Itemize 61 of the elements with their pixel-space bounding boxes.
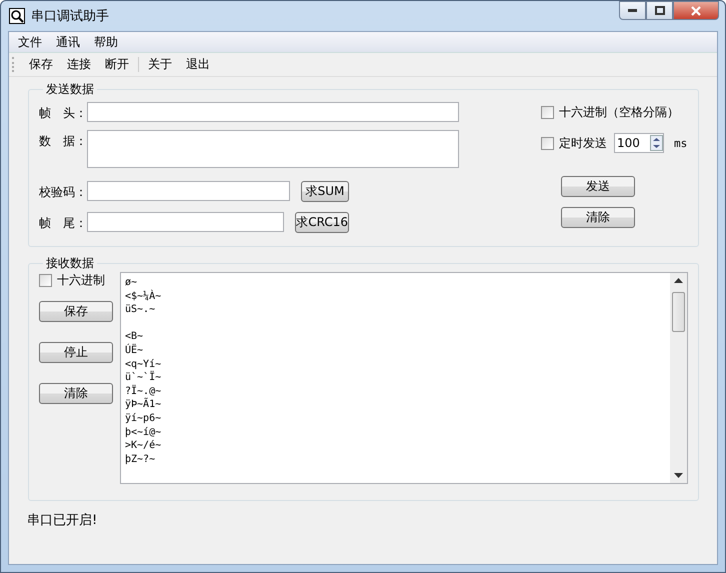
calc-button[interactable]: 求CRC16: [295, 212, 349, 233]
checkbox[interactable]: [39, 274, 52, 286]
field-label: 校验码：: [39, 184, 87, 201]
spin-arrows-icon: [650, 135, 663, 151]
scroll-thumb[interactable]: [672, 292, 685, 332]
magnifier-icon: [9, 8, 25, 24]
status-text: 串口已开启!: [27, 512, 98, 529]
action-button[interactable]: 清除: [39, 383, 113, 404]
checkbox[interactable]: [541, 136, 554, 150]
received-line: þ<~í@~: [125, 426, 162, 440]
toolbar-button[interactable]: 退出: [179, 54, 217, 74]
field-label: 帧 头：: [39, 105, 87, 122]
received-line: ÿí~p6~: [125, 412, 162, 426]
action-button[interactable]: 保存: [39, 301, 113, 322]
maximize-icon: [654, 6, 664, 15]
received-line: <B~: [125, 330, 144, 344]
checkbox-label: 定时发送: [559, 134, 607, 152]
received-line: üS~.~: [125, 303, 156, 317]
checkbox-label: 十六进制（空格分隔）: [559, 104, 679, 120]
scroll-up-icon: [674, 278, 683, 283]
menu-item[interactable]: 帮助: [87, 34, 125, 50]
action-button[interactable]: 清除: [561, 207, 635, 228]
toolbar-button[interactable]: 保存: [22, 54, 60, 74]
received-line: ?Ï~.@~: [125, 384, 162, 398]
minimize-button[interactable]: [619, 1, 646, 20]
field-label: 数 据：: [39, 133, 87, 150]
toolbar-button[interactable]: 关于: [141, 54, 179, 74]
received-line: þZ~?~: [125, 452, 156, 466]
window-title: 串口调试助手: [31, 8, 109, 25]
input-field[interactable]: [87, 181, 290, 201]
field-label: 帧 尾：: [39, 215, 87, 232]
received-line: ü`~`Ï~: [125, 371, 162, 384]
action-button[interactable]: 发送: [561, 176, 635, 197]
group-title: 发送数据: [45, 81, 95, 98]
scroll-down-icon: [674, 473, 683, 478]
calc-button[interactable]: 求SUM: [300, 181, 349, 202]
checkbox[interactable]: [541, 106, 554, 118]
received-line: <q~Yí~: [125, 358, 162, 370]
toolbar-button[interactable]: 连接: [60, 54, 98, 74]
maximize-button[interactable]: [646, 1, 673, 20]
received-line: <$~¼À~: [125, 290, 162, 304]
close-button[interactable]: [673, 1, 719, 20]
unit-label: ms: [674, 136, 688, 150]
checkbox-label: 十六进制: [57, 272, 105, 288]
action-button[interactable]: 停止: [39, 342, 113, 363]
toolbar-button[interactable]: 断开: [98, 54, 136, 74]
input-field[interactable]: [87, 212, 284, 232]
scrollbar[interactable]: [670, 273, 687, 483]
received-line: ÚË~: [125, 344, 144, 358]
menu-item[interactable]: 文件: [11, 34, 49, 50]
group-title: 接收数据: [45, 255, 95, 272]
input-field[interactable]: [87, 102, 459, 122]
close-icon: [691, 6, 701, 16]
minimize-icon: [628, 9, 637, 12]
received-line: ÿÞ~Ã1~: [125, 398, 162, 412]
data-field[interactable]: [87, 130, 459, 168]
receive-text-area[interactable]: ø~ <$~¼À~ üS~.~ <B~ ÚË~ <q~Yí~ ü`~`Ï~ ?Ï~.@~ ÿÞ~Ã1~ ÿí~p6~ þ<~í@~ >K~/é~ þZ~?~: [120, 272, 688, 484]
received-line: ø~: [125, 276, 138, 290]
menu-item[interactable]: 通讯: [49, 34, 87, 50]
received-line: >K~/é~: [125, 439, 162, 453]
interval-spinbox[interactable]: 100: [614, 133, 664, 153]
